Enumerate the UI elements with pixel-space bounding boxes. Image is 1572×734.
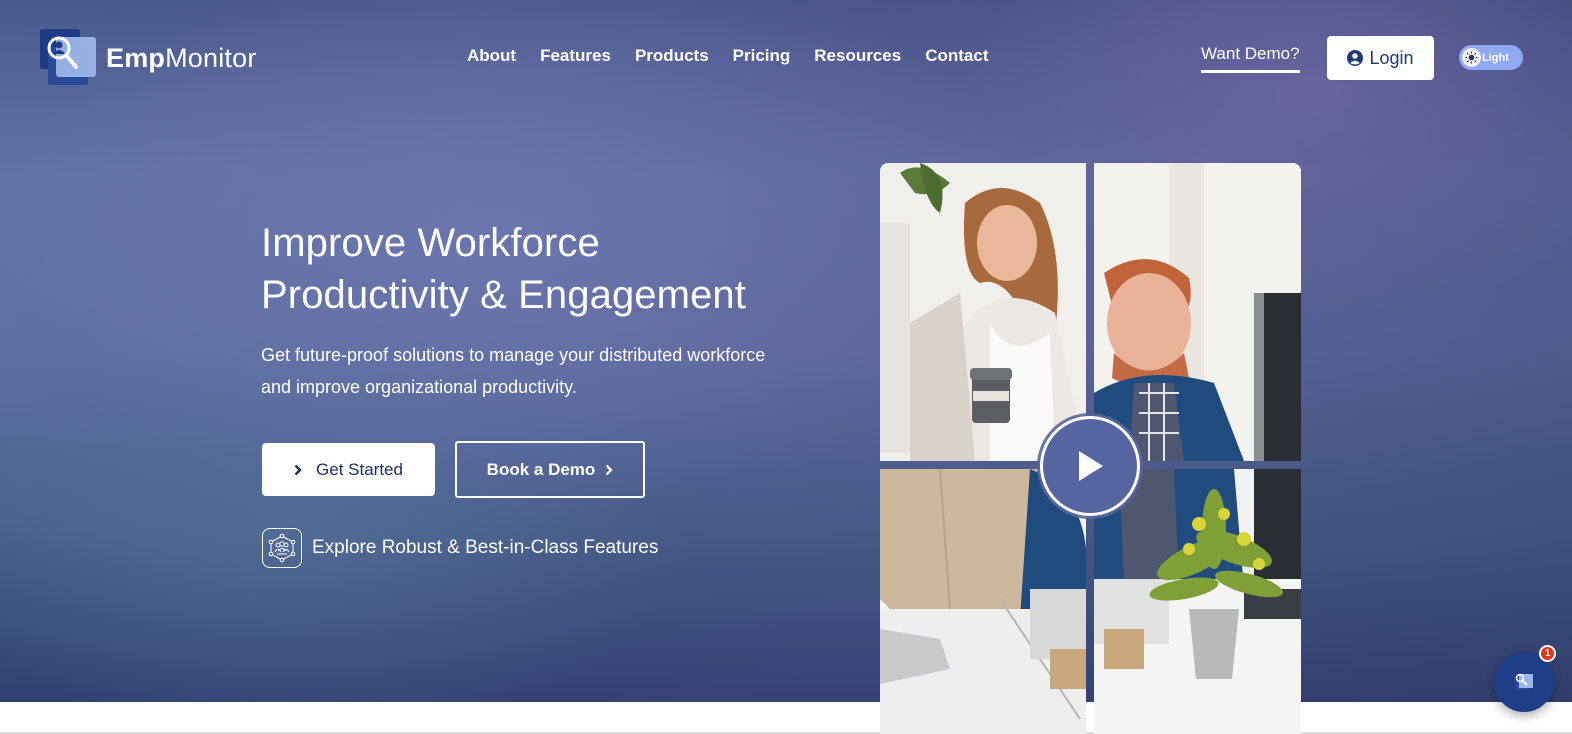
get-started-button[interactable]: Get Started bbox=[262, 443, 435, 496]
chevron-right-icon bbox=[294, 464, 302, 475]
brand-name: EmpMonitor bbox=[106, 42, 257, 73]
nav-about[interactable]: About bbox=[467, 46, 516, 66]
photo-tile-top-right bbox=[1094, 163, 1301, 461]
hero-headline: Improve Workforce Productivity & Engagem… bbox=[261, 217, 821, 321]
nav-features[interactable]: Features bbox=[540, 46, 611, 66]
nav-contact[interactable]: Contact bbox=[925, 46, 988, 66]
chevron-right-icon bbox=[605, 464, 614, 475]
book-demo-label: Book a Demo bbox=[486, 459, 596, 479]
headline-line-2: Productivity & Engagement bbox=[261, 273, 746, 317]
login-label: Login bbox=[1369, 47, 1414, 68]
user-circle-icon bbox=[1347, 50, 1364, 66]
get-started-label: Get Started bbox=[316, 459, 403, 479]
explore-features-label: Explore Robust & Best-in-Class Features bbox=[312, 537, 659, 558]
main-nav: About Features Products Pricing Resource… bbox=[467, 46, 989, 66]
network-team-icon bbox=[262, 528, 302, 568]
explore-features-link[interactable]: Explore Robust & Best-in-Class Features bbox=[262, 528, 658, 568]
nav-products[interactable]: Products bbox=[635, 46, 709, 66]
photo-tile-bottom-left bbox=[880, 469, 1086, 734]
hero-section bbox=[0, 0, 1572, 702]
book-demo-button[interactable]: Book a Demo bbox=[455, 441, 645, 498]
play-video-button[interactable] bbox=[1040, 416, 1140, 516]
want-demo-link[interactable]: Want Demo? bbox=[1201, 44, 1300, 73]
brand-logo[interactable]: EmpMonitor bbox=[40, 29, 257, 87]
chat-logo-icon bbox=[1515, 673, 1533, 690]
next-section bbox=[0, 702, 1572, 734]
hero-subtext: Get future-proof solutions to manage you… bbox=[261, 345, 766, 397]
notification-badge: 1 bbox=[1539, 645, 1556, 662]
sun-icon bbox=[1462, 48, 1481, 67]
theme-toggle[interactable]: Light bbox=[1459, 45, 1523, 70]
photo-tile-bottom-right bbox=[1094, 469, 1301, 734]
play-icon bbox=[1079, 451, 1103, 481]
login-button[interactable]: Login bbox=[1327, 36, 1434, 80]
headline-line-1: Improve Workforce bbox=[261, 221, 600, 265]
nav-resources[interactable]: Resources bbox=[814, 46, 901, 66]
theme-toggle-label: Light bbox=[1482, 51, 1509, 64]
nav-pricing[interactable]: Pricing bbox=[733, 46, 791, 66]
logo-icon bbox=[40, 29, 98, 87]
photo-tile-top-left bbox=[880, 163, 1086, 461]
